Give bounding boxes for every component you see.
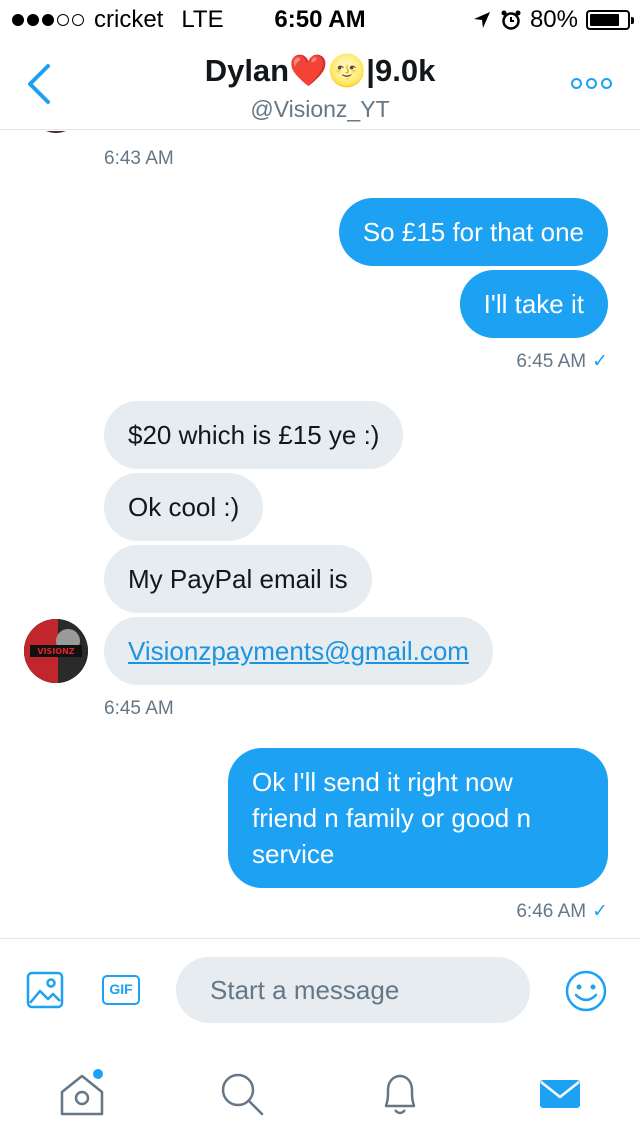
read-check-icon: ✓ [592,351,608,372]
message-bubble-incoming[interactable]: Ok cool :) [104,473,264,541]
read-check-icon: ✓ [592,901,608,922]
timestamp: 6:43 AM [104,148,174,169]
emoji-icon[interactable] [564,969,608,1013]
avatar-label: VISIONZ [37,647,74,656]
message-bubble-outgoing[interactable]: I'll take it [459,270,608,338]
notifications-icon[interactable] [372,1066,428,1122]
messages-icon[interactable] [532,1066,588,1122]
image-attach-icon[interactable] [26,971,64,1009]
home-icon[interactable] [54,1066,110,1122]
timestamp-text: 6:46 AM [516,901,587,922]
message-bubble-incoming-link: Visionzpayments@gmail.com [104,617,493,685]
conversation-header: Dylan❤️🌝|9.0k @Visionz_YT [0,40,640,130]
status-right: 80% [472,6,634,34]
location-arrow-icon [473,12,490,28]
notification-dot [93,1069,103,1079]
alarm-clock-icon [501,10,521,30]
timestamp-text: 6:45 AM [516,351,587,372]
gif-button[interactable]: GIF [102,975,140,1005]
message-bubble-outgoing[interactable]: Ok I'll send it right now friend n famil… [228,748,608,888]
avatar[interactable]: VISIONZ [24,619,88,683]
search-icon[interactable] [214,1066,270,1122]
avatar-image: VISIONZ [24,619,88,683]
message-composer: GIF Start a message [0,938,640,1042]
conversation-handle: @Visionz_YT [250,96,390,122]
status-bar: cricket LTE 6:50 AM 80% [0,0,640,40]
message-input[interactable]: Start a message [176,957,530,1023]
timestamp: 6:45 AM [104,698,174,719]
timestamp: 6:45 AM ✓ [516,350,608,373]
more-options-icon[interactable] [571,78,612,89]
message-bubble-incoming[interactable]: $20 which is £15 ye :) [104,401,404,469]
avatar-partial [30,131,82,133]
email-link[interactable]: Visionzpayments@gmail.com [128,636,469,666]
timestamp: 6:46 AM ✓ [516,900,608,923]
tab-bar [0,1042,640,1136]
conversation-title: Dylan❤️🌝|9.0k [204,53,436,88]
message-list: 6:43 AM So £15 for that one I'll take it… [0,131,640,938]
battery-icon [586,10,634,30]
battery-level-fill [590,14,619,26]
battery-percent: 80% [529,6,578,33]
message-bubble-outgoing[interactable]: So £15 for that one [338,198,608,266]
message-bubble-incoming[interactable]: My PayPal email is [104,545,372,613]
